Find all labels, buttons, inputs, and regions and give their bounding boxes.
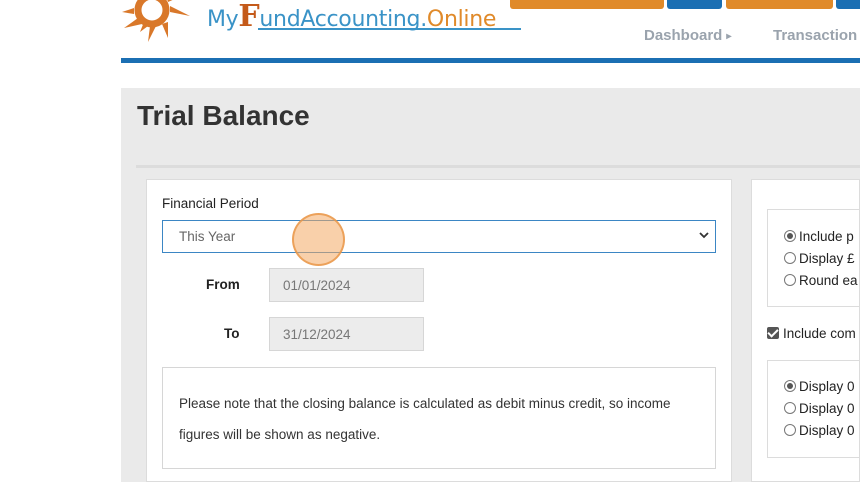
financial-period-label: Financial Period [162,196,259,211]
app-header: MyFundAccounting.Online Dashboard ▸ Trans… [0,0,860,64]
title-divider [136,165,860,168]
nav-transactions[interactable]: Transaction [773,27,857,44]
from-label: From [206,277,240,292]
nav-transactions-label: Transaction [773,27,858,44]
radio-icon [784,252,796,264]
header-divider [121,58,860,63]
radio-icon [784,424,796,436]
to-label: To [224,326,240,341]
chevron-down-icon [699,232,709,239]
note-line-1: Please note that the closing balance is … [179,396,671,411]
option-display-0-label-1: Display 0 [799,379,855,394]
to-date-field[interactable]: 31/12/2024 [269,317,424,351]
note-line-2: figures will be shown as negative. [179,427,381,442]
logo-sun-icon [122,0,190,42]
top-button-1[interactable] [510,0,664,9]
option-round-radio[interactable]: Round ea [784,273,858,288]
option-display-0-label-3: Display 0 [799,423,855,438]
option-display-0-label-2: Display 0 [799,401,855,416]
option-include-label: Include p [799,229,854,244]
brand-f: F [238,0,260,34]
financial-period-value: This Year [179,229,236,244]
radio-icon [784,402,796,414]
include-checkbox[interactable]: Include com [767,326,856,341]
page-title: Trial Balance [137,100,310,131]
option-display-pound-radio[interactable]: Display £ [784,251,855,266]
option-display-0-radio-3[interactable]: Display 0 [784,423,855,438]
chevron-right-icon: ▸ [726,31,732,42]
brand-my: My [207,7,239,32]
click-indicator [292,213,345,266]
financial-period-select[interactable]: This Year [162,220,716,253]
nav-dashboard[interactable]: Dashboard ▸ [644,27,731,44]
nav-dashboard-label: Dashboard [644,27,723,44]
option-display-0-radio-2[interactable]: Display 0 [784,401,855,416]
top-button-4[interactable] [836,0,860,9]
option-round-label: Round ea [799,273,858,288]
closing-balance-note: Please note that the closing balance is … [162,367,716,469]
top-button-2[interactable] [667,0,722,9]
include-checkbox-label: Include com [783,326,856,341]
option-display-pound-label: Display £ [799,251,855,266]
option-display-0-radio-1[interactable]: Display 0 [784,379,855,394]
checkbox-checked-icon [767,327,779,339]
top-button-3[interactable] [726,0,833,9]
radio-selected-icon [784,230,796,242]
from-date-field[interactable]: 01/01/2024 [269,268,424,302]
brand-underline [258,28,521,30]
option-include-radio[interactable]: Include p [784,229,854,244]
radio-selected-icon [784,380,796,392]
radio-icon [784,274,796,286]
